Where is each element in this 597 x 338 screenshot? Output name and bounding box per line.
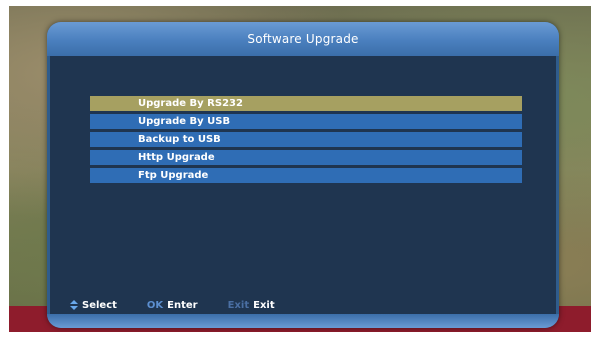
hint-select: Select — [70, 300, 117, 311]
tv-background: Software Upgrade Upgrade By RS232 Upgrad… — [9, 6, 591, 332]
up-down-arrow-icon — [70, 300, 78, 310]
hint-exit-label: Exit — [253, 299, 275, 311]
dialog-footer — [47, 314, 559, 328]
menu-item-upgrade-rs232[interactable]: Upgrade By RS232 — [90, 96, 522, 111]
hint-exit: Exit Exit — [228, 300, 275, 311]
title-bar: Software Upgrade — [47, 22, 559, 56]
menu-item-http-upgrade[interactable]: Http Upgrade — [90, 150, 522, 165]
dialog-content: Upgrade By RS232 Upgrade By USB Backup t… — [50, 56, 556, 302]
dialog-title: Software Upgrade — [247, 32, 359, 46]
ok-key-label: OK — [146, 299, 164, 311]
menu-item-ftp-upgrade[interactable]: Ftp Upgrade — [90, 168, 522, 183]
help-bar: Select OK Enter Exit Exit — [50, 296, 556, 314]
upgrade-menu: Upgrade By RS232 Upgrade By USB Backup t… — [90, 96, 522, 183]
software-upgrade-dialog: Software Upgrade Upgrade By RS232 Upgrad… — [47, 22, 559, 328]
hint-enter-label: Enter — [167, 299, 198, 311]
menu-item-backup-usb[interactable]: Backup to USB — [90, 132, 522, 147]
exit-key-label: Exit — [227, 299, 250, 311]
hint-enter: OK Enter — [147, 300, 198, 311]
menu-item-upgrade-usb[interactable]: Upgrade By USB — [90, 114, 522, 129]
hint-select-label: Select — [82, 299, 117, 311]
